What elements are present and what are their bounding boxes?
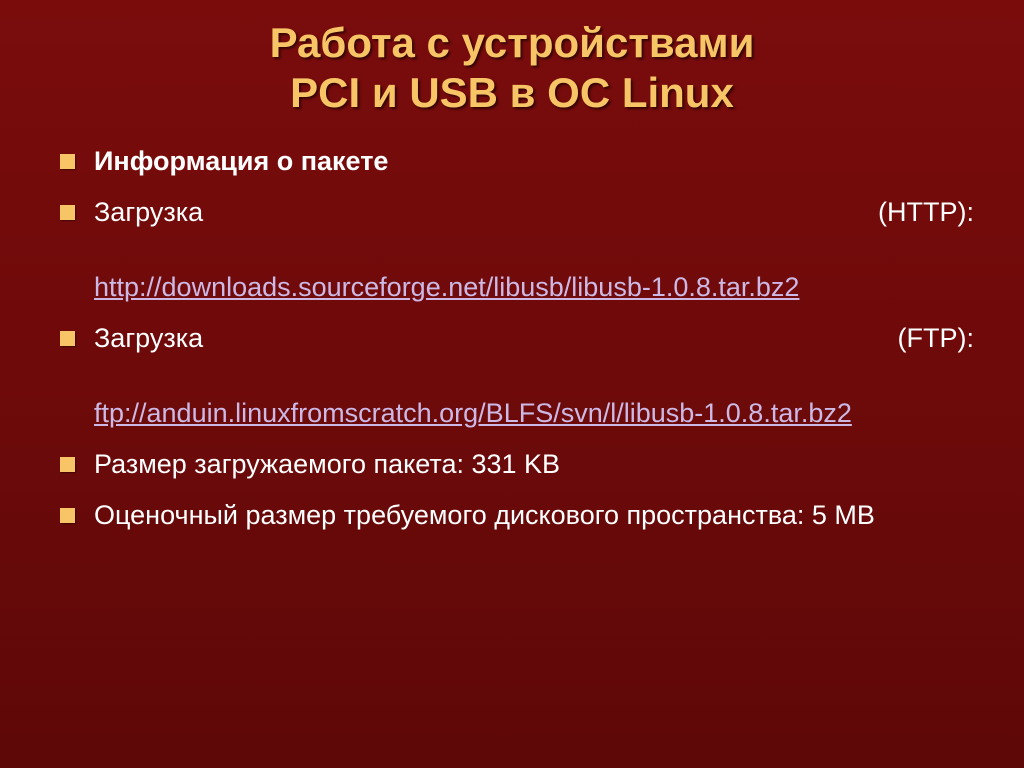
bullet-item-ftp: Загрузка (FTP): ftp://anduin.linuxfromsc…: [56, 320, 974, 432]
bullet-text: Размер загружаемого пакета: 331 KB: [94, 449, 560, 479]
bullet-text: Информация о пакете: [94, 146, 388, 176]
http-proto: (HTTP):: [878, 197, 974, 227]
ftp-link[interactable]: ftp://anduin.linuxfromscratch.org/BLFS/s…: [94, 398, 852, 428]
http-link[interactable]: http://downloads.sourceforge.net/libusb/…: [94, 272, 799, 302]
bullet-text: Оценочный размер требуемого дискового пр…: [94, 500, 875, 530]
http-label: Загрузка: [94, 197, 203, 227]
bullet-item-size: Размер загружаемого пакета: 331 KB: [56, 446, 974, 483]
title-line-2: PCI и USB в ОС Linux: [290, 69, 734, 116]
bullet-item-disk: Оценочный размер требуемого дискового пр…: [56, 497, 974, 534]
ftp-label: Загрузка: [94, 323, 203, 353]
bullet-item-http: Загрузка (HTTP): http://downloads.source…: [56, 194, 974, 306]
ftp-proto: (FTP):: [898, 323, 974, 353]
slide-title: Работа с устройствами PCI и USB в ОС Lin…: [50, 18, 974, 117]
bullet-item-info: Информация о пакете: [56, 143, 974, 180]
title-line-1: Работа с устройствами: [270, 19, 755, 66]
bullet-list: Информация о пакете Загрузка (HTTP): htt…: [50, 143, 974, 534]
